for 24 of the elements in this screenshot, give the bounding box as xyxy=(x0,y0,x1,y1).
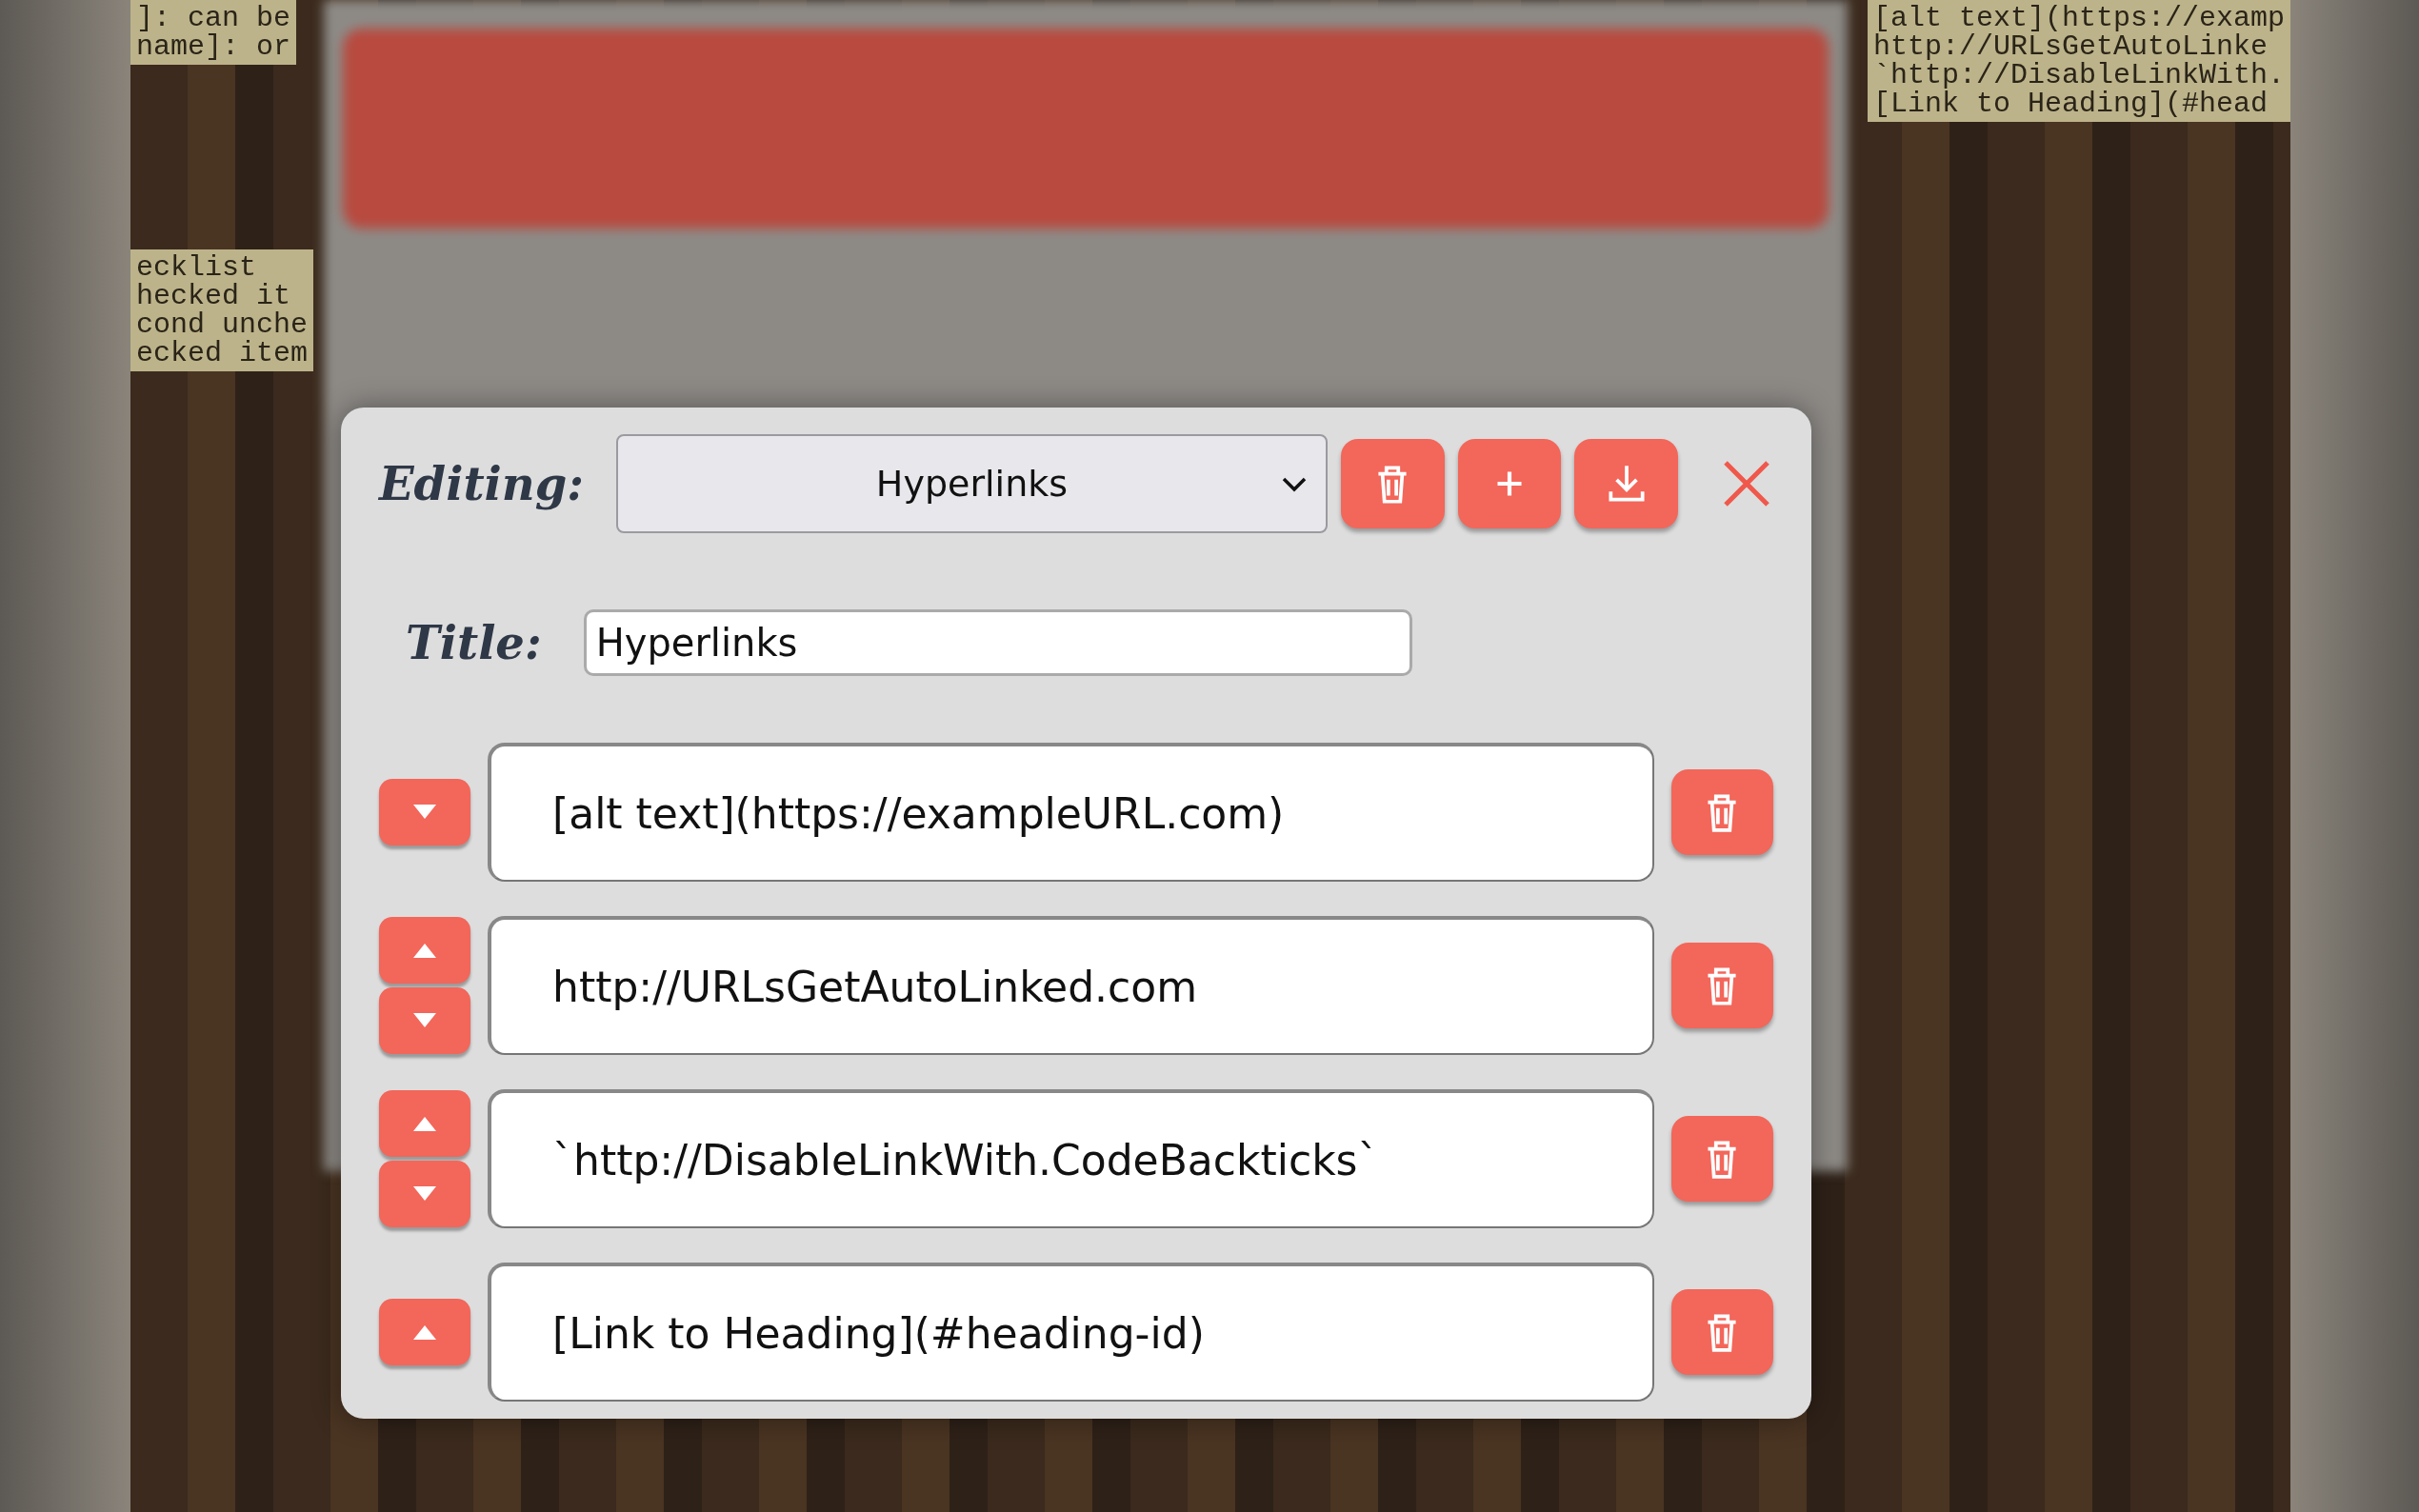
title-field[interactable]: Hyperlinks xyxy=(583,609,1412,676)
download-button[interactable] xyxy=(1574,439,1678,528)
move-up-button[interactable] xyxy=(379,1299,470,1365)
item-field[interactable]: [Link to Heading](#heading-id) xyxy=(488,1263,1654,1402)
add-button[interactable] xyxy=(1457,439,1562,528)
move-down-button[interactable] xyxy=(379,779,470,846)
sheet-dropdown[interactable]: Hyperlinks xyxy=(615,434,1328,533)
delete-item-button[interactable] xyxy=(1670,943,1773,1028)
markdown-note: ecklist hecked it cond unche ecked item xyxy=(130,249,314,371)
move-down-button[interactable] xyxy=(379,1161,470,1227)
delete-item-button[interactable] xyxy=(1670,1289,1773,1375)
item-field[interactable]: `http://DisableLinkWith.CodeBackticks` xyxy=(488,1089,1654,1228)
item-field[interactable]: http://URLsGetAutoLinked.com xyxy=(488,916,1654,1055)
move-up-button[interactable] xyxy=(379,917,470,984)
delete-item-button[interactable] xyxy=(1670,1116,1773,1202)
markdown-note: ]: can be name]: or xyxy=(130,0,297,65)
move-up-button[interactable] xyxy=(379,1090,470,1157)
editing-label: Editing: xyxy=(379,457,584,510)
markdown-note: [alt text](https://examp http://URLsGetAutoLinke `http://DisableLinkWith. [Link to Heading](#head xyxy=(1867,0,2290,122)
title-label: Title: xyxy=(406,616,542,669)
delete-button[interactable] xyxy=(1340,439,1445,528)
item-field[interactable]: [alt text](https://exampleURL.com) xyxy=(488,743,1654,882)
move-down-button[interactable] xyxy=(379,987,470,1054)
delete-item-button[interactable] xyxy=(1670,769,1773,855)
